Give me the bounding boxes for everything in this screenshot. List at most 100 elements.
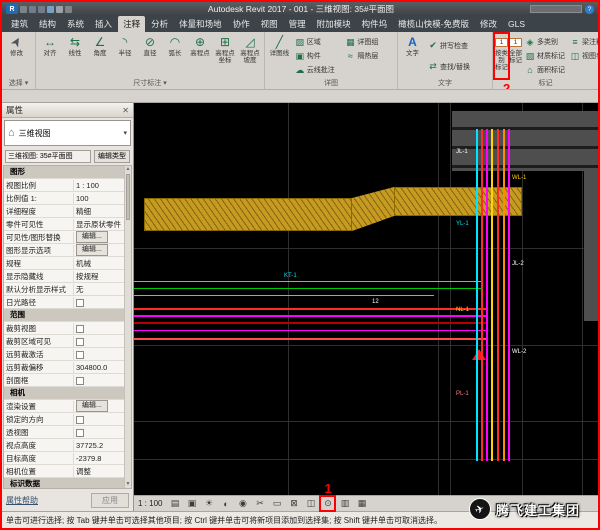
apply-button[interactable]: 应用 — [91, 493, 129, 508]
temporary-view-properties-icon[interactable]: ▥ — [338, 497, 351, 510]
beam-annotation-button[interactable]: ≡梁注释 — [568, 36, 598, 49]
type-selector[interactable]: ⌂ 三维视图 ▾ — [4, 120, 131, 146]
spell-check-button[interactable]: ✔拼写检查 — [426, 39, 490, 52]
pipe-tag[interactable]: 12 — [372, 299, 379, 305]
pipe-tag[interactable]: WL-2 — [512, 349, 526, 355]
edit-button[interactable]: 编辑... — [76, 244, 108, 256]
aligned-dimension-button[interactable]: ↔对齐 — [38, 34, 62, 78]
property-value[interactable] — [74, 349, 124, 358]
duct-transition[interactable] — [352, 187, 394, 231]
property-group[interactable]: 标识数据 — [4, 478, 124, 489]
property-value[interactable]: 1 : 100 — [74, 181, 124, 190]
pipe-horizontal[interactable] — [134, 330, 486, 331]
pipe-horizontal[interactable] — [134, 338, 486, 340]
crop-view-icon[interactable]: ✂ — [253, 497, 266, 510]
property-value[interactable]: -2379.8 — [74, 454, 124, 463]
ribbon-tab-系统[interactable]: 系统 — [62, 16, 89, 32]
area-tag-button[interactable]: ⌂面积标记 — [523, 64, 567, 77]
property-value[interactable]: 无 — [74, 284, 124, 295]
property-value[interactable]: 编辑... — [74, 244, 124, 256]
component-button[interactable]: ▣构件 — [293, 50, 343, 63]
edit-button[interactable]: 编辑... — [76, 400, 108, 412]
pipe-riser[interactable] — [508, 129, 510, 461]
render-dialog-icon[interactable]: ◉ — [236, 497, 249, 510]
detail-level-icon[interactable]: ▤ — [168, 497, 181, 510]
pipe-tag[interactable]: KT-1 — [284, 273, 297, 279]
pipe-horizontal[interactable] — [134, 288, 482, 289]
property-value[interactable] — [74, 297, 124, 306]
spot-slope-button[interactable]: ◿高程点 坡度 — [238, 34, 262, 78]
scrollbar[interactable]: ▲▼ — [124, 166, 131, 488]
detail-line-button[interactable]: ╱详图线 — [267, 34, 292, 78]
property-value[interactable] — [74, 414, 124, 423]
detail-group-button[interactable]: ▦详图组 — [343, 36, 395, 49]
checkbox[interactable] — [76, 338, 84, 346]
pipe-riser[interactable] — [486, 129, 488, 461]
find-replace-button[interactable]: ⇄查找/替换 — [426, 60, 490, 73]
panel-label-dimension[interactable]: 尺寸标注 ▾ — [36, 78, 264, 89]
pipe-horizontal[interactable] — [134, 315, 486, 317]
property-value[interactable]: 37725.2 — [74, 441, 124, 450]
pipe-horizontal[interactable] — [134, 281, 482, 282]
pipe-riser[interactable] — [481, 129, 483, 461]
property-group[interactable]: 图形 — [4, 166, 124, 179]
region-button[interactable]: ▨区域 — [293, 36, 343, 49]
property-value[interactable]: 调整 — [74, 466, 124, 477]
modify-button[interactable]: ➤ 修改 — [4, 34, 29, 78]
pipe-riser[interactable] — [503, 129, 505, 461]
property-value[interactable] — [74, 375, 124, 384]
linear-dimension-button[interactable]: ⇆线性 — [63, 34, 87, 78]
print-icon[interactable] — [47, 6, 54, 13]
diameter-dimension-button[interactable]: ⊘直径 — [138, 34, 162, 78]
tag-all-button[interactable]: 1 全部标记 — [509, 34, 522, 78]
ribbon-tab-注释[interactable]: 注释 — [118, 16, 145, 32]
lock-3d-view-icon[interactable]: ⊠ — [287, 497, 300, 510]
view-reference-button[interactable]: ◫视图参照 — [568, 50, 598, 63]
property-value[interactable]: 100 — [74, 194, 124, 203]
angular-dimension-button[interactable]: ∠角度 — [88, 34, 112, 78]
scale-control[interactable]: 1 : 100 — [138, 499, 162, 508]
material-tag-button[interactable]: ▧材质标记 — [523, 50, 567, 63]
ribbon-tab-视图[interactable]: 视图 — [256, 16, 283, 32]
pipe-tag[interactable]: NL-1 — [456, 307, 469, 313]
checkbox[interactable] — [76, 429, 84, 437]
sun-path-icon[interactable]: ☀ — [202, 497, 215, 510]
undo-icon[interactable] — [29, 6, 36, 13]
radial-dimension-button[interactable]: ◝半径 — [113, 34, 137, 78]
duct-segment[interactable] — [144, 198, 352, 231]
text-button[interactable]: A文字 — [400, 34, 425, 78]
ribbon-tab-建筑[interactable]: 建筑 — [6, 16, 33, 32]
panel-label-text[interactable]: 文字 — [398, 78, 492, 89]
tag-qat-icon[interactable] — [65, 6, 72, 13]
pipe-tag[interactable]: YL-1 — [456, 221, 469, 227]
reveal-hidden-elements-icon[interactable]: ⊙1 — [321, 497, 334, 510]
pipe-riser[interactable] — [497, 129, 499, 461]
property-value[interactable]: 编辑... — [74, 400, 124, 412]
checkbox[interactable] — [76, 377, 84, 385]
redo-icon[interactable] — [38, 6, 45, 13]
edit-button[interactable]: 编辑... — [76, 231, 108, 243]
checkbox[interactable] — [76, 299, 84, 307]
property-value[interactable] — [74, 427, 124, 436]
property-value[interactable]: 编辑... — [74, 231, 124, 243]
property-value[interactable]: 精细 — [74, 206, 124, 217]
section-marker[interactable] — [472, 349, 486, 360]
ribbon-tab-体量和场地[interactable]: 体量和场地 — [174, 16, 227, 32]
visual-style-icon[interactable]: ▣ — [185, 497, 198, 510]
ribbon-tab-分析[interactable]: 分析 — [146, 16, 173, 32]
multi-category-button[interactable]: ◈多类别 — [523, 36, 567, 49]
pipe-horizontal[interactable] — [134, 295, 434, 296]
pipe-tag[interactable]: WL-1 — [512, 175, 526, 181]
save-icon[interactable] — [20, 6, 27, 13]
ribbon-tab-构件坞[interactable]: 构件坞 — [357, 16, 393, 32]
ribbon-tab-GLS[interactable]: GLS — [503, 16, 530, 32]
temporary-hide-isolate-icon[interactable]: ◫ — [304, 497, 317, 510]
measure-icon[interactable] — [56, 6, 63, 13]
property-value[interactable] — [74, 323, 124, 332]
shadows-icon[interactable]: ◐ — [219, 497, 232, 510]
properties-help-link[interactable]: 属性帮助 — [6, 495, 38, 506]
checkbox[interactable] — [76, 325, 84, 333]
chevron-down-icon[interactable]: ▾ — [123, 129, 127, 137]
panel-label-select[interactable]: 选择 ▾ — [2, 78, 35, 89]
panel-label-detail[interactable]: 详图 — [265, 78, 397, 89]
